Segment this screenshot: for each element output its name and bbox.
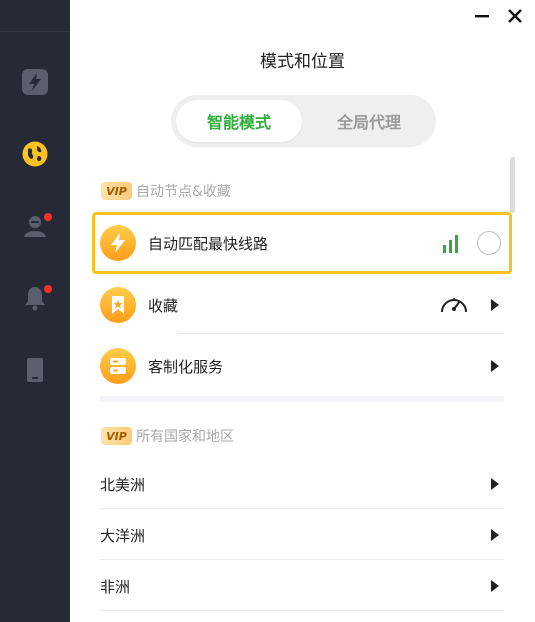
server-icon — [100, 348, 136, 384]
minimize-button[interactable] — [472, 6, 492, 26]
notification-badge — [44, 213, 52, 221]
sidebar-item-accelerate[interactable] — [22, 69, 48, 95]
app-window: 模式和位置 智能模式 全局代理 VIP 自动节点&收藏 自动匹配最快线路 收藏 … — [0, 0, 535, 622]
scrollbar-thumb[interactable] — [510, 157, 515, 213]
globe-icon — [22, 141, 48, 167]
list-item-region-africa[interactable]: 非洲 — [100, 561, 504, 611]
divider — [100, 610, 504, 611]
divider — [100, 508, 504, 509]
divider — [100, 559, 504, 560]
minimize-icon — [475, 15, 489, 18]
lightning-icon — [100, 225, 136, 261]
sidebar — [0, 0, 70, 622]
close-button[interactable] — [505, 6, 525, 26]
list-item-label: 客制化服务 — [148, 357, 224, 376]
chevron-right-icon — [491, 580, 499, 592]
section-title: 自动节点&收藏 — [136, 184, 231, 200]
sidebar-item-locations[interactable] — [22, 141, 48, 167]
tab-smart-mode[interactable]: 智能模式 — [176, 100, 302, 142]
list-item-label: 大洋洲 — [100, 526, 146, 545]
chevron-right-icon — [491, 299, 499, 311]
section-header-auto: VIP 自动节点&收藏 — [101, 181, 231, 201]
lightning-icon — [22, 69, 48, 95]
notification-badge — [44, 285, 52, 293]
bookmark-icon — [100, 287, 136, 323]
sidebar-divider — [0, 31, 70, 32]
vip-badge: VIP — [101, 427, 132, 445]
section-title: 所有国家和地区 — [136, 429, 234, 445]
list-item-custom-service[interactable]: 客制化服务 — [100, 337, 504, 395]
divider — [178, 333, 504, 334]
chevron-right-icon — [491, 529, 499, 541]
list-item-region-oceania[interactable]: 大洋洲 — [100, 510, 504, 560]
speedometer-icon[interactable] — [439, 293, 469, 315]
list-item-label: 非洲 — [100, 577, 131, 596]
main-panel: 模式和位置 智能模式 全局代理 VIP 自动节点&收藏 自动匹配最快线路 收藏 … — [70, 0, 535, 622]
page-title: 模式和位置 — [260, 52, 345, 72]
select-radio[interactable] — [477, 231, 501, 255]
chevron-right-icon — [491, 360, 499, 372]
section-header-regions: VIP 所有国家和地区 — [101, 426, 234, 446]
tab-global-proxy[interactable]: 全局代理 — [307, 100, 431, 142]
signal-strength-icon — [443, 235, 458, 253]
close-icon — [508, 9, 522, 23]
section-separator — [100, 396, 504, 402]
chevron-right-icon — [491, 478, 499, 490]
list-item-region-north-america[interactable]: 北美洲 — [100, 459, 504, 509]
device-icon — [27, 358, 43, 382]
vip-badge: VIP — [101, 182, 132, 200]
list-item-label: 北美洲 — [100, 475, 146, 494]
sidebar-item-devices[interactable] — [22, 357, 48, 383]
mode-switch: 智能模式 全局代理 — [171, 95, 436, 147]
